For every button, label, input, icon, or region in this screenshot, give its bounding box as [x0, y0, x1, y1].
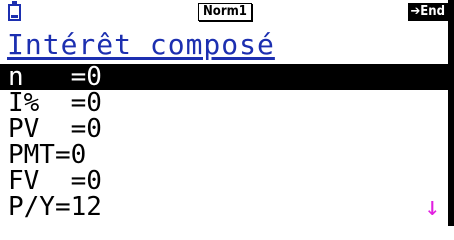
screen-right-border [448, 0, 454, 226]
variable-row-pv[interactable]: PV =0 [0, 116, 454, 142]
page-title: Intérêt composé [7, 28, 275, 61]
variable-list: n =0 I% =0 PV =0 PMT=0 FV =0 P/Y=12 [0, 64, 454, 220]
variable-row-fv[interactable]: FV =0 [0, 168, 454, 194]
variable-text: FV =0 [8, 166, 102, 196]
variable-row-py[interactable]: P/Y=12 [0, 194, 454, 220]
variable-row-interest[interactable]: I% =0 [0, 90, 454, 116]
variable-text: n =0 [8, 62, 102, 92]
variable-row-n[interactable]: n =0 [0, 64, 448, 90]
status-bar: Norm1 ➔End [0, 0, 454, 30]
variable-text: P/Y=12 [8, 192, 102, 222]
variable-text: PV =0 [8, 114, 102, 144]
battery-icon [8, 1, 21, 21]
scroll-down-arrow-icon: ↓ [424, 192, 440, 222]
variable-text: PMT=0 [8, 140, 87, 170]
calculator-screen: Norm1 ➔End Intérêt composé n =0 I% =0 PV… [0, 0, 454, 226]
mode-badge: Norm1 [198, 3, 252, 21]
variable-row-pmt[interactable]: PMT=0 [0, 142, 454, 168]
end-badge: ➔End [407, 3, 448, 21]
variable-text: I% =0 [8, 88, 102, 118]
